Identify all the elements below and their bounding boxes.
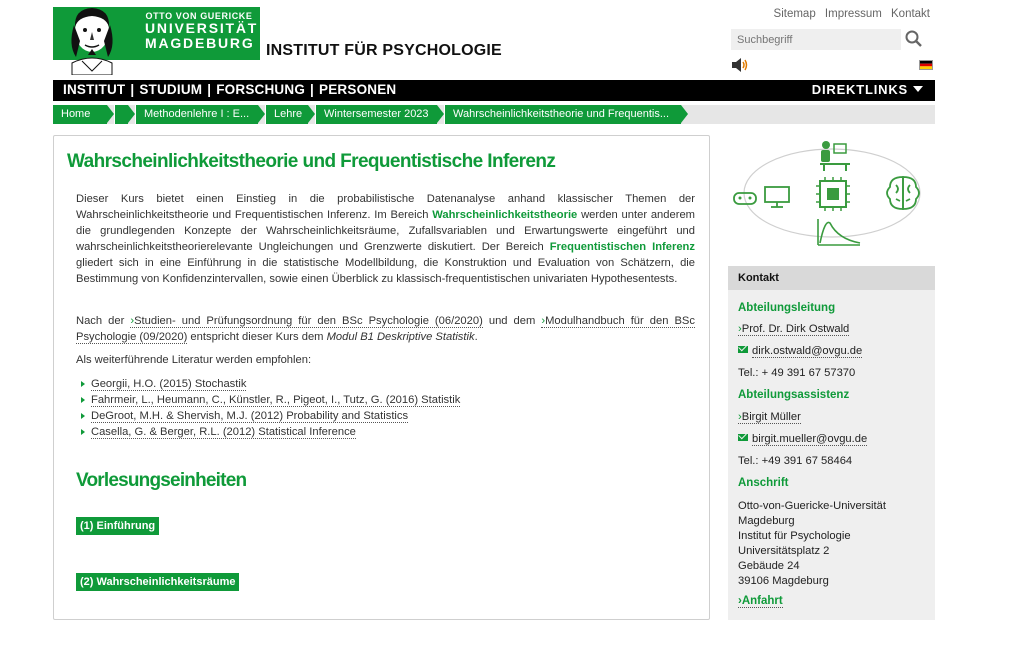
mail-icon	[738, 346, 748, 353]
address-line: Universitätsplatz 2	[738, 545, 830, 557]
leitung-email: dirk.ostwald@ovgu.de	[752, 345, 863, 358]
abteilungsleitung-label: Abteilungsleitung	[738, 302, 836, 314]
leitung-name: Prof. Dr. Dirk Ostwald	[741, 323, 850, 335]
text: entspricht dieser Kurs dem	[187, 331, 327, 343]
pruefungsordnung-link[interactable]: ›Studien- und Prüfungsordnung für den BS…	[130, 315, 483, 328]
main-navigation: INSTITUT | STUDIUM | FORSCHUNG | PERSONEN DIRE…	[53, 80, 935, 101]
contact-title: Kontakt	[728, 266, 935, 290]
breadcrumb-home[interactable]: Home	[53, 105, 107, 124]
department-illustration	[733, 141, 921, 246]
speaker-icon[interactable]	[731, 57, 749, 73]
monitor-icon	[764, 186, 790, 208]
leitung-phone: Tel.: + 49 391 67 57370	[738, 367, 856, 379]
highlight-frequentistische-inferenz: Frequentistischen Inferenz	[549, 241, 695, 253]
bullet-icon	[81, 413, 85, 419]
direktlinks-menu[interactable]: DIREKTLINKS	[812, 82, 923, 97]
text: Nach der	[76, 315, 131, 327]
text: gliedert sich in eine Einführung in die …	[76, 257, 695, 285]
anfahrt-link[interactable]: ›Anfahrt	[738, 595, 783, 608]
module-info: Nach der ›Studien- und Prüfungsordnung f…	[76, 313, 695, 345]
bullet-icon	[81, 397, 85, 403]
literature-list: Georgii, H.O. (2015) Stochastik Fahrmeir…	[80, 376, 461, 440]
unit-wahrscheinlichkeitsraeume-button[interactable]: (2) Wahrscheinlichkeitsräume	[76, 573, 240, 591]
mail-icon	[738, 434, 748, 441]
leitung-profile-link[interactable]: ›Prof. Dr. Dirk Ostwald	[738, 323, 850, 336]
logo-wordmark: OTTO VON GUERICKE UNIVERSITÄT MAGDEBURG	[145, 11, 259, 51]
module-name: Modul B1 Deskriptive Statistik	[326, 331, 475, 343]
course-description: Dieser Kurs bietet einen Einstieg in die…	[76, 191, 695, 287]
logo-line-3: MAGDEBURG	[145, 35, 255, 51]
chevron-down-icon	[913, 86, 923, 92]
unit-einfuehrung-button[interactable]: (1) Einführung	[76, 517, 160, 535]
person-at-computer-icon	[820, 141, 850, 171]
address-line: Otto-von-Guericke-Universität	[738, 500, 886, 512]
guericke-portrait-icon	[71, 8, 113, 75]
literature-link[interactable]: DeGroot, M.H. & Shervish, M.J. (2012) Pr…	[91, 410, 409, 423]
institute-title[interactable]: INSTITUT FÜR PSYCHOLOGIE	[266, 42, 502, 60]
breadcrumb-arrow-icon	[107, 105, 114, 123]
breadcrumb-arrow-icon	[437, 105, 444, 123]
breadcrumb-current[interactable]: Wahrscheinlichkeitstheorie und Frequenti…	[445, 105, 681, 124]
abteilungsassistenz-label: Abteilungsassistenz	[738, 389, 850, 401]
address-line: Institut für Psychologie	[738, 530, 851, 542]
bullet-icon	[81, 429, 85, 435]
processor-chip-icon	[816, 177, 850, 211]
breadcrumb-wintersemester[interactable]: Wintersemester 2023	[316, 105, 437, 124]
breadcrumb-lehre[interactable]: Lehre	[266, 105, 308, 124]
literature-link[interactable]: Fahrmeir, L., Heumann, C., Künstler, R.,…	[91, 394, 461, 407]
postal-address: Otto-von-Guericke-Universität Magdeburg …	[738, 499, 886, 589]
literature-link[interactable]: Georgii, H.O. (2015) Stochastik	[91, 378, 247, 391]
nav-item-personen[interactable]: PERSONEN	[319, 82, 396, 97]
breadcrumb-item-empty[interactable]	[115, 105, 128, 124]
assistenz-name: Birgit Müller	[741, 411, 801, 423]
nav-separator: |	[207, 82, 212, 97]
anfahrt-label: Anfahrt	[741, 595, 783, 607]
nav-item-institut[interactable]: INSTITUT	[63, 82, 125, 97]
search-icon[interactable]	[904, 29, 924, 49]
section-title: Vorlesungseinheiten	[76, 470, 247, 491]
breadcrumb-arrow-icon	[681, 105, 688, 123]
list-item[interactable]: Casella, G. & Berger, R.L. (2012) Statis…	[80, 424, 460, 440]
distribution-curve-icon	[817, 219, 861, 246]
nav-separator: |	[130, 82, 135, 97]
sitemap-link[interactable]: Sitemap	[774, 8, 816, 20]
german-flag-icon[interactable]	[919, 60, 933, 70]
list-item[interactable]: DeGroot, M.H. & Shervish, M.J. (2012) Pr…	[80, 408, 460, 424]
leitung-email-link[interactable]: dirk.ostwald@ovgu.de	[738, 345, 863, 358]
text: .	[474, 331, 478, 343]
text: und dem	[482, 315, 542, 327]
anschrift-label: Anschrift	[738, 477, 789, 489]
brain-icon	[886, 176, 920, 210]
logo-line-2: UNIVERSITÄT	[145, 20, 259, 36]
breadcrumb-methodenlehre[interactable]: Methodenlehre I : E...	[136, 105, 258, 124]
literature-intro: Als weiterführende Literatur werden empf…	[76, 354, 312, 366]
list-item[interactable]: Fahrmeir, L., Heumann, C., Künstler, R.,…	[80, 392, 461, 408]
address-line: Magdeburg	[738, 515, 795, 527]
top-links: Sitemap Impressum Kontakt	[768, 8, 930, 20]
highlight-wahrscheinlichkeitstheorie: Wahrscheinlichkeitstheorie	[432, 209, 578, 221]
bullet-icon	[81, 381, 85, 387]
assistenz-phone: Tel.: +49 391 67 58464	[738, 455, 853, 467]
assistenz-profile-link[interactable]: ›Birgit Müller	[738, 411, 801, 424]
direktlinks-label: DIREKTLINKS	[811, 82, 908, 97]
list-item[interactable]: Georgii, H.O. (2015) Stochastik	[80, 376, 460, 392]
nav-separator: |	[310, 82, 315, 97]
address-line: 39106 Magdeburg	[738, 575, 829, 587]
address-line: Gebäude 24	[738, 560, 800, 572]
kontakt-link[interactable]: Kontakt	[891, 8, 930, 20]
impressum-link[interactable]: Impressum	[825, 8, 882, 20]
nav-item-forschung[interactable]: FORSCHUNG	[216, 82, 305, 97]
assistenz-email: birgit.mueller@ovgu.de	[752, 433, 868, 446]
nav-item-studium[interactable]: STUDIUM	[139, 82, 202, 97]
breadcrumb-arrow-icon	[258, 105, 265, 123]
link-text: Studien- und Prüfungsordnung für den BSc…	[134, 315, 483, 327]
university-logo[interactable]: OTTO VON GUERICKE UNIVERSITÄT MAGDEBURG	[53, 7, 260, 75]
breadcrumb-arrow-icon	[308, 105, 315, 123]
breadcrumb-arrow-icon	[128, 105, 135, 123]
literature-link[interactable]: Casella, G. & Berger, R.L. (2012) Statis…	[91, 426, 356, 439]
search-input[interactable]	[731, 29, 901, 50]
assistenz-email-link[interactable]: birgit.mueller@ovgu.de	[738, 433, 868, 446]
page-title: Wahrscheinlichkeitstheorie und Frequenti…	[67, 151, 556, 172]
